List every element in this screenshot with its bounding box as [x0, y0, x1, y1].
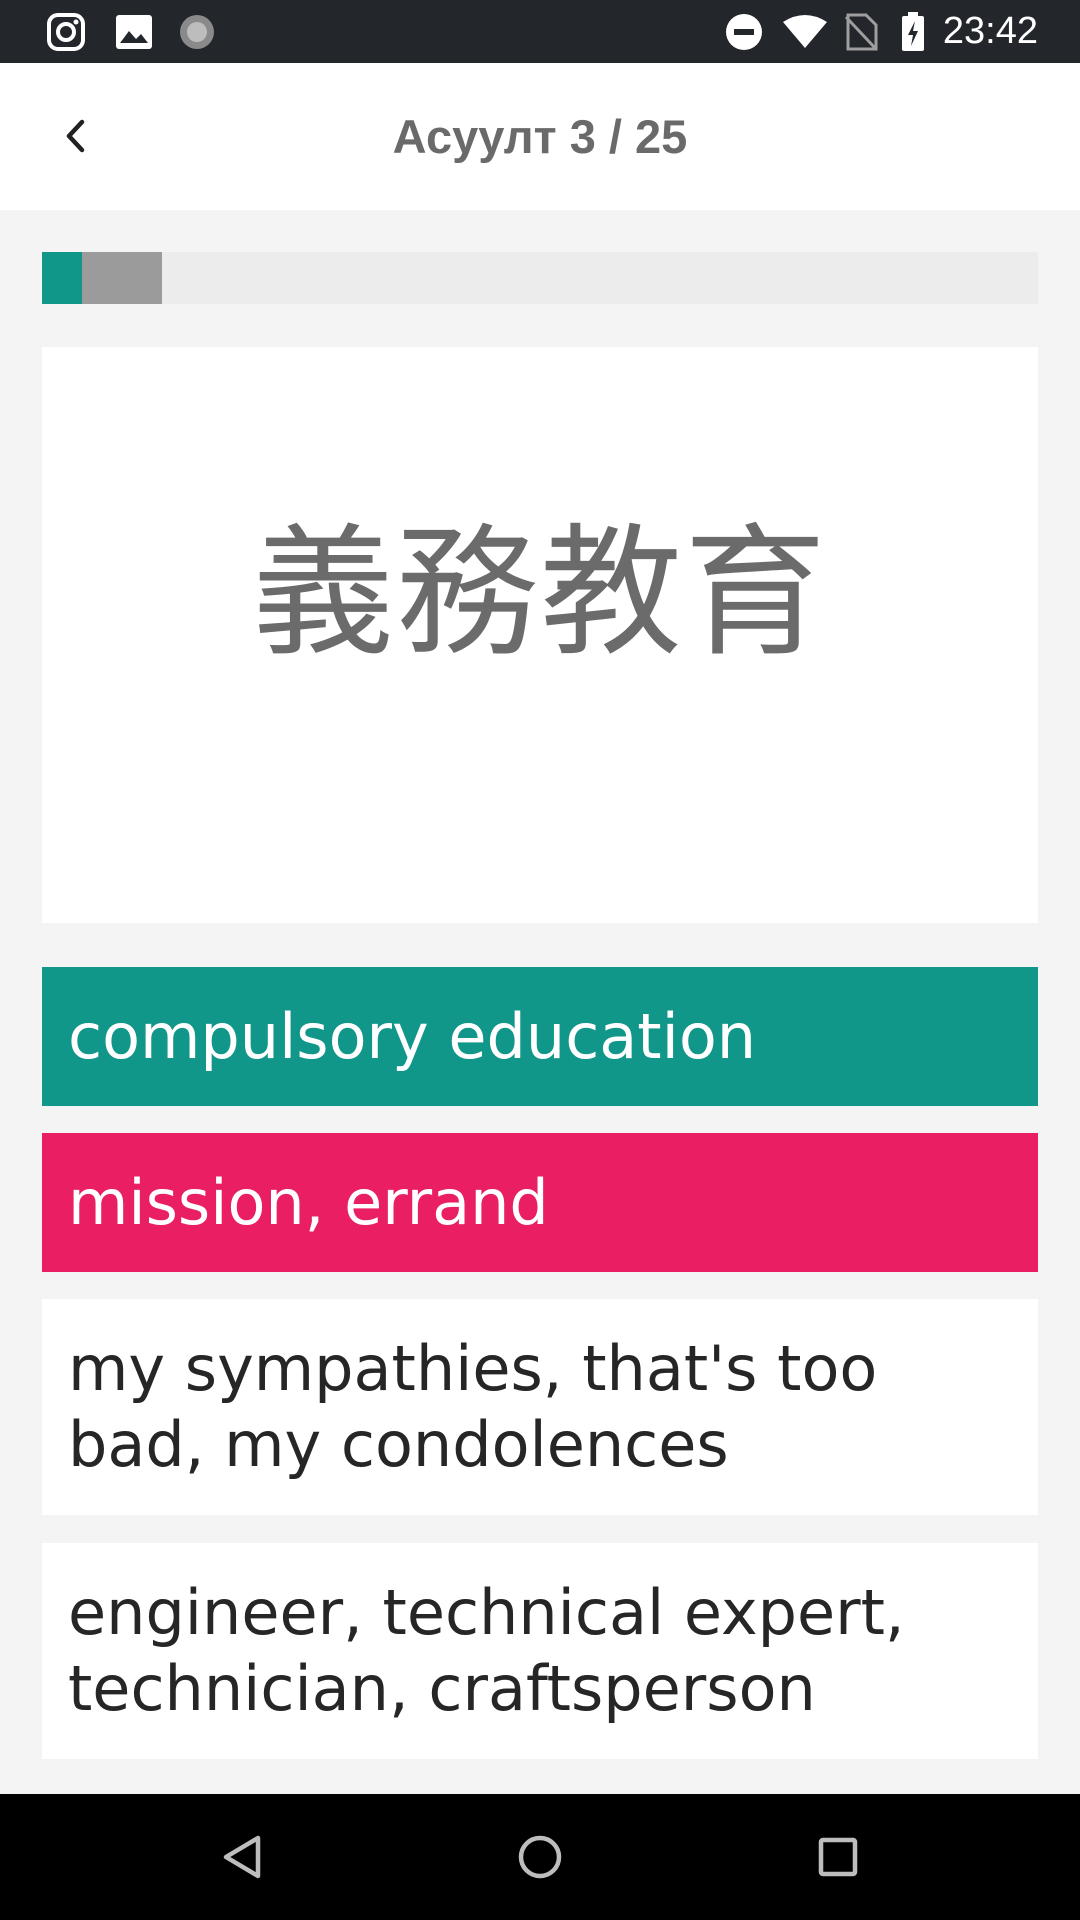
answer-option-label: mission, errand	[68, 1165, 549, 1239]
loading-icon	[173, 0, 221, 63]
battery-charging-icon	[896, 0, 930, 63]
question-card: 義務教育	[42, 347, 1038, 923]
answer-option[interactable]: engineer, technical expert, technician, …	[42, 1543, 1038, 1759]
recents-square-icon	[818, 1837, 858, 1877]
nav-home-button[interactable]	[500, 1817, 580, 1897]
answer-option[interactable]: my sympathies, that's too bad, my condol…	[42, 1299, 1038, 1515]
answer-option-correct[interactable]: compulsory education	[42, 967, 1038, 1106]
no-sim-icon	[840, 0, 882, 63]
chevron-left-icon	[66, 119, 85, 153]
app-bar: Асуулт 3 / 25	[0, 63, 1080, 210]
wifi-icon	[780, 0, 830, 63]
instagram-icon	[42, 0, 90, 63]
answer-option-label: my sympathies, that's too bad, my condol…	[68, 1332, 878, 1481]
nav-recents-button[interactable]	[798, 1817, 878, 1897]
home-circle-icon	[518, 1835, 562, 1879]
progress-correct-segment	[42, 252, 82, 304]
image-icon	[110, 0, 158, 63]
answer-option-label: compulsory education	[68, 999, 757, 1073]
progress-wrong-segment	[82, 252, 162, 304]
nav-back-button[interactable]	[202, 1817, 282, 1897]
do-not-disturb-icon	[722, 0, 766, 63]
answer-option-wrong[interactable]: mission, errand	[42, 1133, 1038, 1272]
page-title: Асуулт 3 / 25	[392, 110, 688, 163]
question-kanji: 義務教育	[252, 511, 828, 676]
back-triangle-icon	[223, 1835, 261, 1879]
status-bar: 23:42	[0, 0, 1080, 63]
answer-option-label: engineer, technical expert, technician, …	[68, 1576, 905, 1725]
system-nav-bar	[0, 1794, 1080, 1920]
status-time: 23:42	[942, 10, 1038, 52]
back-button[interactable]	[40, 101, 110, 171]
quiz-progress-bar	[42, 252, 1038, 304]
